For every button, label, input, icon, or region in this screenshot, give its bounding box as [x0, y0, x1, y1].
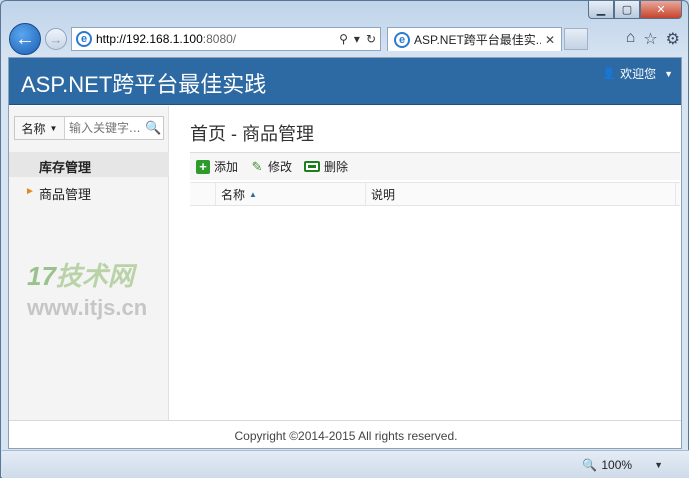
settings-gear-icon[interactable]: ⚙	[666, 29, 680, 49]
app-header: ASP.NET跨平台最佳实践 👤 欢迎您 ▼	[9, 58, 681, 105]
breadcrumb: 首页 - 商品管理	[190, 124, 314, 144]
sidebar: 名称▼ 🔍 库存管理 ► 商品管理 17技术网 www.itjs.cn	[9, 106, 169, 420]
sort-ascending-icon: ▲	[249, 189, 257, 199]
caret-down-icon: ▼	[664, 68, 673, 79]
user-label: 欢迎您	[620, 67, 657, 81]
add-label: 添加	[214, 160, 239, 174]
column-header-description[interactable]: 说明	[366, 183, 676, 205]
forward-button[interactable]: →	[45, 28, 67, 50]
address-port: :8080/	[202, 32, 237, 46]
back-button[interactable]: ←	[9, 23, 41, 55]
caret-down-icon: ▼	[49, 123, 58, 133]
user-icon: 👤	[602, 68, 617, 80]
ie-page-icon: e	[76, 31, 92, 47]
refresh-icon[interactable]: ↻	[366, 32, 376, 46]
edit-button[interactable]: ✎ 修改	[250, 158, 292, 175]
search-type-select[interactable]: 名称 ▼	[15, 117, 65, 139]
browser-tab[interactable]: e ASP.NET跨平台最佳实... ✕	[387, 27, 562, 51]
sidebar-item-products[interactable]: ► 商品管理	[9, 179, 169, 204]
delete-button[interactable]: 删除	[304, 158, 348, 175]
copyright-text: Copyright ©2014-2015 All rights reserved…	[234, 429, 458, 443]
tab-close-icon[interactable]: ✕	[545, 33, 555, 47]
row-number-column	[190, 183, 216, 205]
column-header-name[interactable]: 名称 ▲	[216, 183, 366, 205]
grid-toolbar: + 添加 ✎ 修改 删除	[190, 152, 680, 180]
address-text[interactable]: http://192.168.1.100:8080/	[96, 32, 339, 46]
edit-label: 修改	[268, 160, 293, 174]
window-controls: ▁ ▢ ✕	[588, 1, 682, 19]
pencil-icon: ✎	[251, 158, 263, 174]
search-type-label: 名称	[21, 121, 46, 136]
forward-arrow-icon: →	[49, 31, 63, 47]
search-icon[interactable]: 🔍	[145, 120, 163, 136]
add-button[interactable]: + 添加	[196, 158, 238, 175]
new-tab-button[interactable]	[564, 28, 588, 50]
delete-minus-icon	[304, 161, 321, 172]
add-plus-icon: +	[196, 159, 210, 174]
status-bar: 🔍 100% ▼	[2, 450, 689, 478]
home-icon[interactable]: ⌂	[626, 29, 636, 49]
close-window-button[interactable]: ✕	[640, 1, 682, 19]
maximize-button[interactable]: ▢	[614, 1, 640, 19]
sidebar-search: 名称▼ 🔍	[14, 116, 164, 140]
navigation-bar: ← → e http://192.168.1.100:8080/ ⚲ ▾ ↻ e…	[9, 23, 680, 55]
page-viewport: ASP.NET跨平台最佳实践 👤 欢迎您 ▼ 名称▼ 🔍 库存管理 ► 商品管理	[8, 57, 682, 449]
tab-favicon-icon: e	[394, 31, 410, 48]
browser-window: ▁ ▢ ✕ ← → e http://192.168.1.100:8080/ ⚲…	[0, 0, 689, 478]
favorites-star-icon[interactable]: ☆	[643, 29, 657, 49]
search-icon[interactable]: ⚲	[339, 32, 348, 46]
search-input[interactable]	[65, 121, 145, 135]
zoom-dropdown-icon[interactable]: ▼	[654, 460, 663, 470]
address-bar[interactable]: e http://192.168.1.100:8080/ ⚲ ▾ ↻	[71, 27, 381, 51]
minimize-button[interactable]: ▁	[588, 1, 614, 19]
arrow-right-icon: ►	[25, 186, 35, 197]
watermark-logo: 17技术网	[27, 261, 134, 291]
delete-label: 删除	[324, 160, 349, 174]
grid-header: 名称 ▲ 说明	[190, 182, 680, 206]
zoom-icon[interactable]: 🔍	[582, 458, 597, 472]
back-arrow-icon: ←	[15, 27, 35, 50]
watermark-url: www.itjs.cn	[27, 295, 148, 320]
watermark: 17技术网 www.itjs.cn	[27, 256, 167, 326]
main-content: 首页 - 商品管理 + 添加 ✎ 修改 删除 名称 ▲ 说明	[170, 106, 681, 420]
zoom-level[interactable]: 100%	[601, 458, 632, 472]
tab-title: ASP.NET跨平台最佳实...	[414, 33, 541, 47]
address-host: http://192.168.1.100	[96, 32, 203, 46]
page-footer: Copyright ©2014-2015 All rights reserved…	[9, 420, 681, 448]
user-menu[interactable]: 👤 欢迎您 ▼	[602, 65, 673, 82]
dropdown-icon[interactable]: ▾	[354, 32, 360, 46]
sidebar-item-label: 商品管理	[39, 187, 92, 202]
app-title: ASP.NET跨平台最佳实践	[21, 72, 267, 97]
sidebar-group-inventory[interactable]: 库存管理	[9, 152, 169, 177]
